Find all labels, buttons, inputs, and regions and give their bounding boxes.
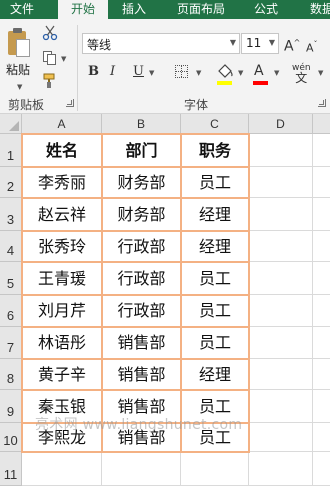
format-painter-icon[interactable] — [42, 73, 58, 89]
decrease-font-size-button[interactable]: Aˇ — [306, 37, 318, 57]
chevron-down-icon: ▼ — [268, 38, 275, 47]
clipboard-group-label: 剪贴板 — [8, 98, 45, 112]
table-cell[interactable]: 赵云祥 — [22, 198, 102, 231]
table-cell[interactable]: 员工 — [181, 262, 249, 295]
table-cell[interactable]: 财务部 — [102, 198, 181, 231]
italic-button[interactable]: I — [110, 64, 115, 80]
ribbon-tab-bar: 文件 开始 插入 页面布局 公式 数据 — [0, 0, 330, 19]
column-header-e[interactable] — [313, 114, 330, 134]
header-cell[interactable]: 姓名 — [22, 134, 102, 167]
tab-insert[interactable]: 插入 — [112, 0, 156, 19]
paste-sheet-icon — [16, 39, 30, 57]
phonetic-guide-button[interactable]: wén 文 — [292, 63, 311, 85]
table-cell[interactable]: 黄子辛 — [22, 359, 102, 390]
row-number: 2 — [6, 179, 15, 194]
font-color-dropdown-icon[interactable]: ▼ — [274, 69, 279, 77]
borders-dropdown-icon[interactable]: ▼ — [196, 69, 201, 77]
copy-icon[interactable] — [42, 50, 58, 66]
font-size-value: 11 — [246, 36, 262, 50]
column-header-a[interactable]: A — [22, 114, 102, 134]
row-header-4[interactable]: 4 — [0, 231, 22, 262]
table-cell[interactable]: 行政部 — [102, 295, 181, 327]
row-header-10[interactable]: 10 — [0, 423, 22, 452]
table-cell[interactable]: 王青瑗 — [22, 262, 102, 295]
font-group-label: 字体 — [184, 98, 209, 112]
font-size-select[interactable]: 11 ▼ — [241, 33, 279, 54]
table-cell[interactable]: 销售部 — [102, 359, 181, 390]
table-cell[interactable]: 林语彤 — [22, 327, 102, 359]
row-header-1[interactable]: 1 — [0, 134, 22, 167]
table-cell[interactable]: 经理 — [181, 231, 249, 262]
cut-icon[interactable] — [42, 25, 58, 41]
paste-dropdown-icon[interactable]: ▼ — [17, 83, 22, 91]
paste-button[interactable]: 粘贴 ▼ — [4, 23, 38, 93]
row-header-8[interactable]: 8 — [0, 359, 22, 390]
font-name-value: 等线 — [87, 38, 112, 52]
row-header-7[interactable]: 7 — [0, 327, 22, 359]
table-cell[interactable]: 经理 — [181, 359, 249, 390]
bold-button[interactable]: B — [88, 64, 99, 80]
row-header-9[interactable]: 9 — [0, 390, 22, 423]
fill-color-swatch — [217, 81, 232, 85]
clipboard-clip-icon — [13, 28, 22, 33]
watermark: 亮术网 www.liangshunet.com — [35, 417, 243, 433]
tab-page-layout[interactable]: 页面布局 — [168, 0, 234, 19]
clipboard-launcher-icon[interactable] — [66, 99, 74, 107]
underline-dropdown-icon[interactable]: ▼ — [149, 69, 154, 77]
row-number: 11 — [3, 467, 18, 482]
column-header-b[interactable]: B — [102, 114, 181, 134]
table-cell[interactable]: 员工 — [181, 295, 249, 327]
header-cell[interactable]: 职务 — [181, 134, 249, 167]
row-number: 3 — [6, 212, 15, 227]
increase-font-size-button[interactable]: A^ — [284, 35, 300, 55]
table-cell[interactable]: 员工 — [181, 167, 249, 198]
font-color-swatch — [253, 81, 268, 85]
row-number: 1 — [6, 148, 15, 163]
chevron-down-icon: ▼ — [229, 38, 236, 47]
row-number: 9 — [6, 404, 15, 419]
underline-button[interactable]: U — [133, 64, 144, 80]
row-header-3[interactable]: 3 — [0, 198, 22, 231]
fill-color-dropdown-icon[interactable]: ▼ — [238, 69, 243, 77]
column-header-c[interactable]: C — [181, 114, 249, 134]
column-header-d[interactable]: D — [249, 114, 313, 134]
group-separator — [77, 25, 78, 111]
ribbon-home: 粘贴 ▼ ▼ 剪贴板 等线 ▼ 11 ▼ A^ Aˇ B I U ▼ ▼ ▼ A… — [0, 19, 330, 114]
row-header-5[interactable]: 5 — [0, 262, 22, 295]
copy-dropdown-icon[interactable]: ▼ — [61, 55, 66, 63]
row-header-2[interactable]: 2 — [0, 167, 22, 198]
table-cell[interactable]: 李秀丽 — [22, 167, 102, 198]
row-number: 10 — [3, 433, 18, 448]
table-cell[interactable]: 经理 — [181, 198, 249, 231]
row-number: 5 — [6, 276, 15, 291]
table-cell[interactable]: 员工 — [181, 327, 249, 359]
borders-icon[interactable] — [175, 65, 188, 78]
font-color-button[interactable]: A — [254, 63, 264, 79]
row-number: 8 — [6, 371, 15, 386]
font-name-select[interactable]: 等线 ▼ — [82, 33, 240, 54]
row-header-11[interactable]: 11 — [0, 452, 22, 486]
table-cell[interactable]: 财务部 — [102, 167, 181, 198]
table-cell[interactable]: 张秀玲 — [22, 231, 102, 262]
tab-data[interactable]: 数据 — [300, 0, 330, 19]
header-cell[interactable]: 部门 — [102, 134, 181, 167]
table-cell[interactable]: 行政部 — [102, 262, 181, 295]
row-number: 7 — [6, 340, 15, 355]
table-cell[interactable]: 刘月芹 — [22, 295, 102, 327]
table-cell[interactable]: 行政部 — [102, 231, 181, 262]
paste-label: 粘贴 — [6, 63, 31, 77]
font-launcher-icon[interactable] — [318, 99, 326, 107]
tab-home[interactable]: 开始 — [58, 0, 108, 19]
tab-file[interactable]: 文件 — [0, 0, 44, 19]
table-cell[interactable]: 销售部 — [102, 327, 181, 359]
select-all-button[interactable] — [0, 114, 22, 134]
row-number: 6 — [6, 308, 15, 323]
phonetic-dropdown-icon[interactable]: ▼ — [318, 69, 323, 77]
row-header-6[interactable]: 6 — [0, 295, 22, 327]
fill-color-icon[interactable] — [216, 63, 234, 81]
tab-formulas[interactable]: 公式 — [244, 0, 288, 19]
row-number: 4 — [6, 243, 15, 258]
